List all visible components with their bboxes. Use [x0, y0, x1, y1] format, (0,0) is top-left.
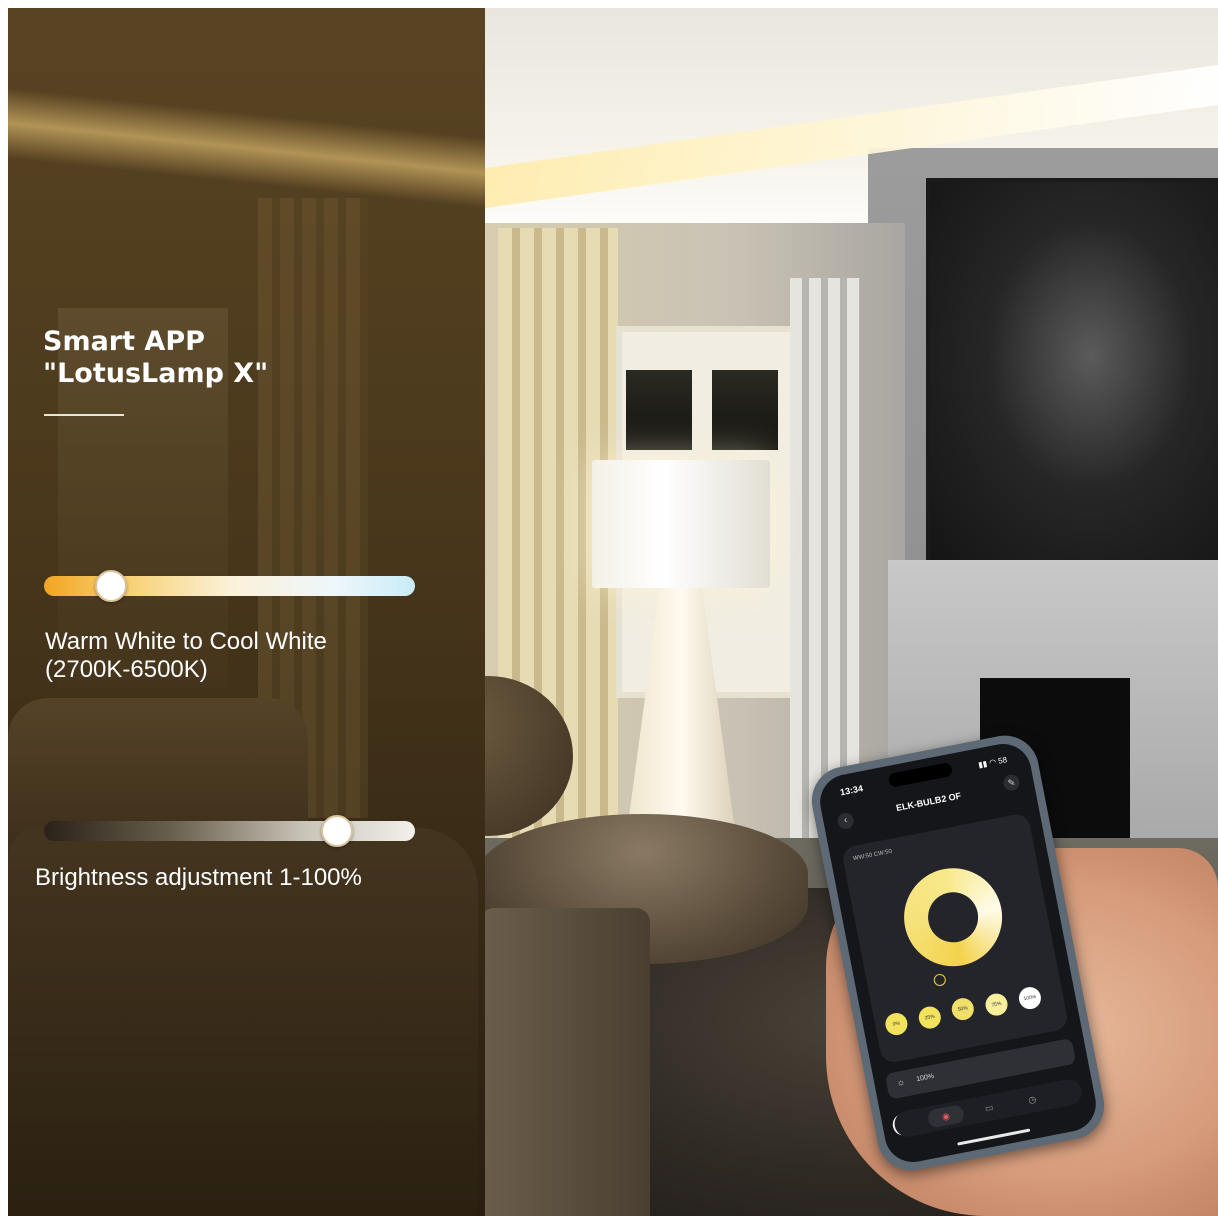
title-line-2: "LotusLamp X"	[43, 358, 269, 389]
brightness-caption: Brightness adjustment 1-100%	[35, 864, 362, 891]
television	[926, 178, 1218, 572]
color-wheel-handle[interactable]	[932, 972, 947, 988]
preset-button[interactable]: 25%	[916, 1004, 943, 1031]
brightness-slider-thumb	[321, 815, 354, 847]
armchair	[480, 908, 650, 1216]
curtain	[790, 278, 860, 838]
color-temperature-card: WW:50 CW:50 0% 25% 50% 75% 100%	[840, 812, 1070, 1065]
window-pane	[712, 370, 778, 450]
preset-row: 0% 25% 50% 75% 100%	[883, 979, 1055, 1039]
window-pane	[626, 370, 692, 450]
ww-cw-readout: WW:50 CW:50	[852, 848, 893, 863]
floor-lamp-shade	[592, 460, 770, 588]
divider	[44, 414, 124, 416]
dynamic-island	[887, 761, 954, 788]
sun-icon: ☼	[895, 1076, 906, 1088]
home-indicator	[957, 1128, 1031, 1146]
preset-button[interactable]: 75%	[983, 991, 1010, 1018]
preset-button[interactable]: 50%	[949, 996, 976, 1023]
panel-title: Smart APP "LotusLamp X"	[43, 326, 268, 390]
preset-button[interactable]: 100%	[1017, 985, 1043, 1012]
preset-button[interactable]: 0%	[883, 1011, 910, 1037]
color-wheel[interactable]	[895, 859, 1011, 975]
brightness-slider	[44, 821, 415, 841]
tab-color-icon[interactable]: ◉	[926, 1104, 966, 1129]
brightness-value: 100%	[915, 1072, 935, 1084]
tab-timer-icon[interactable]: ◷	[1013, 1087, 1052, 1112]
color-temperature-caption: Warm White to Cool White (2700K-6500K)	[45, 628, 327, 684]
room-scene: Smart APP "LotusLamp X" Warm White to Co…	[8, 8, 1218, 1216]
color-temperature-slider-thumb	[94, 570, 127, 602]
title-line-1: Smart APP	[43, 326, 205, 357]
color-temperature-caption-line-1: Warm White to Cool White	[45, 628, 327, 655]
color-temperature-caption-line-2: (2700K-6500K)	[45, 656, 208, 683]
tab-scene-icon[interactable]: ▭	[970, 1096, 1009, 1121]
status-icons: ▮▮ ◠ 58	[977, 755, 1008, 770]
color-wheel-center	[923, 887, 983, 947]
status-time: 13:34	[839, 783, 864, 798]
